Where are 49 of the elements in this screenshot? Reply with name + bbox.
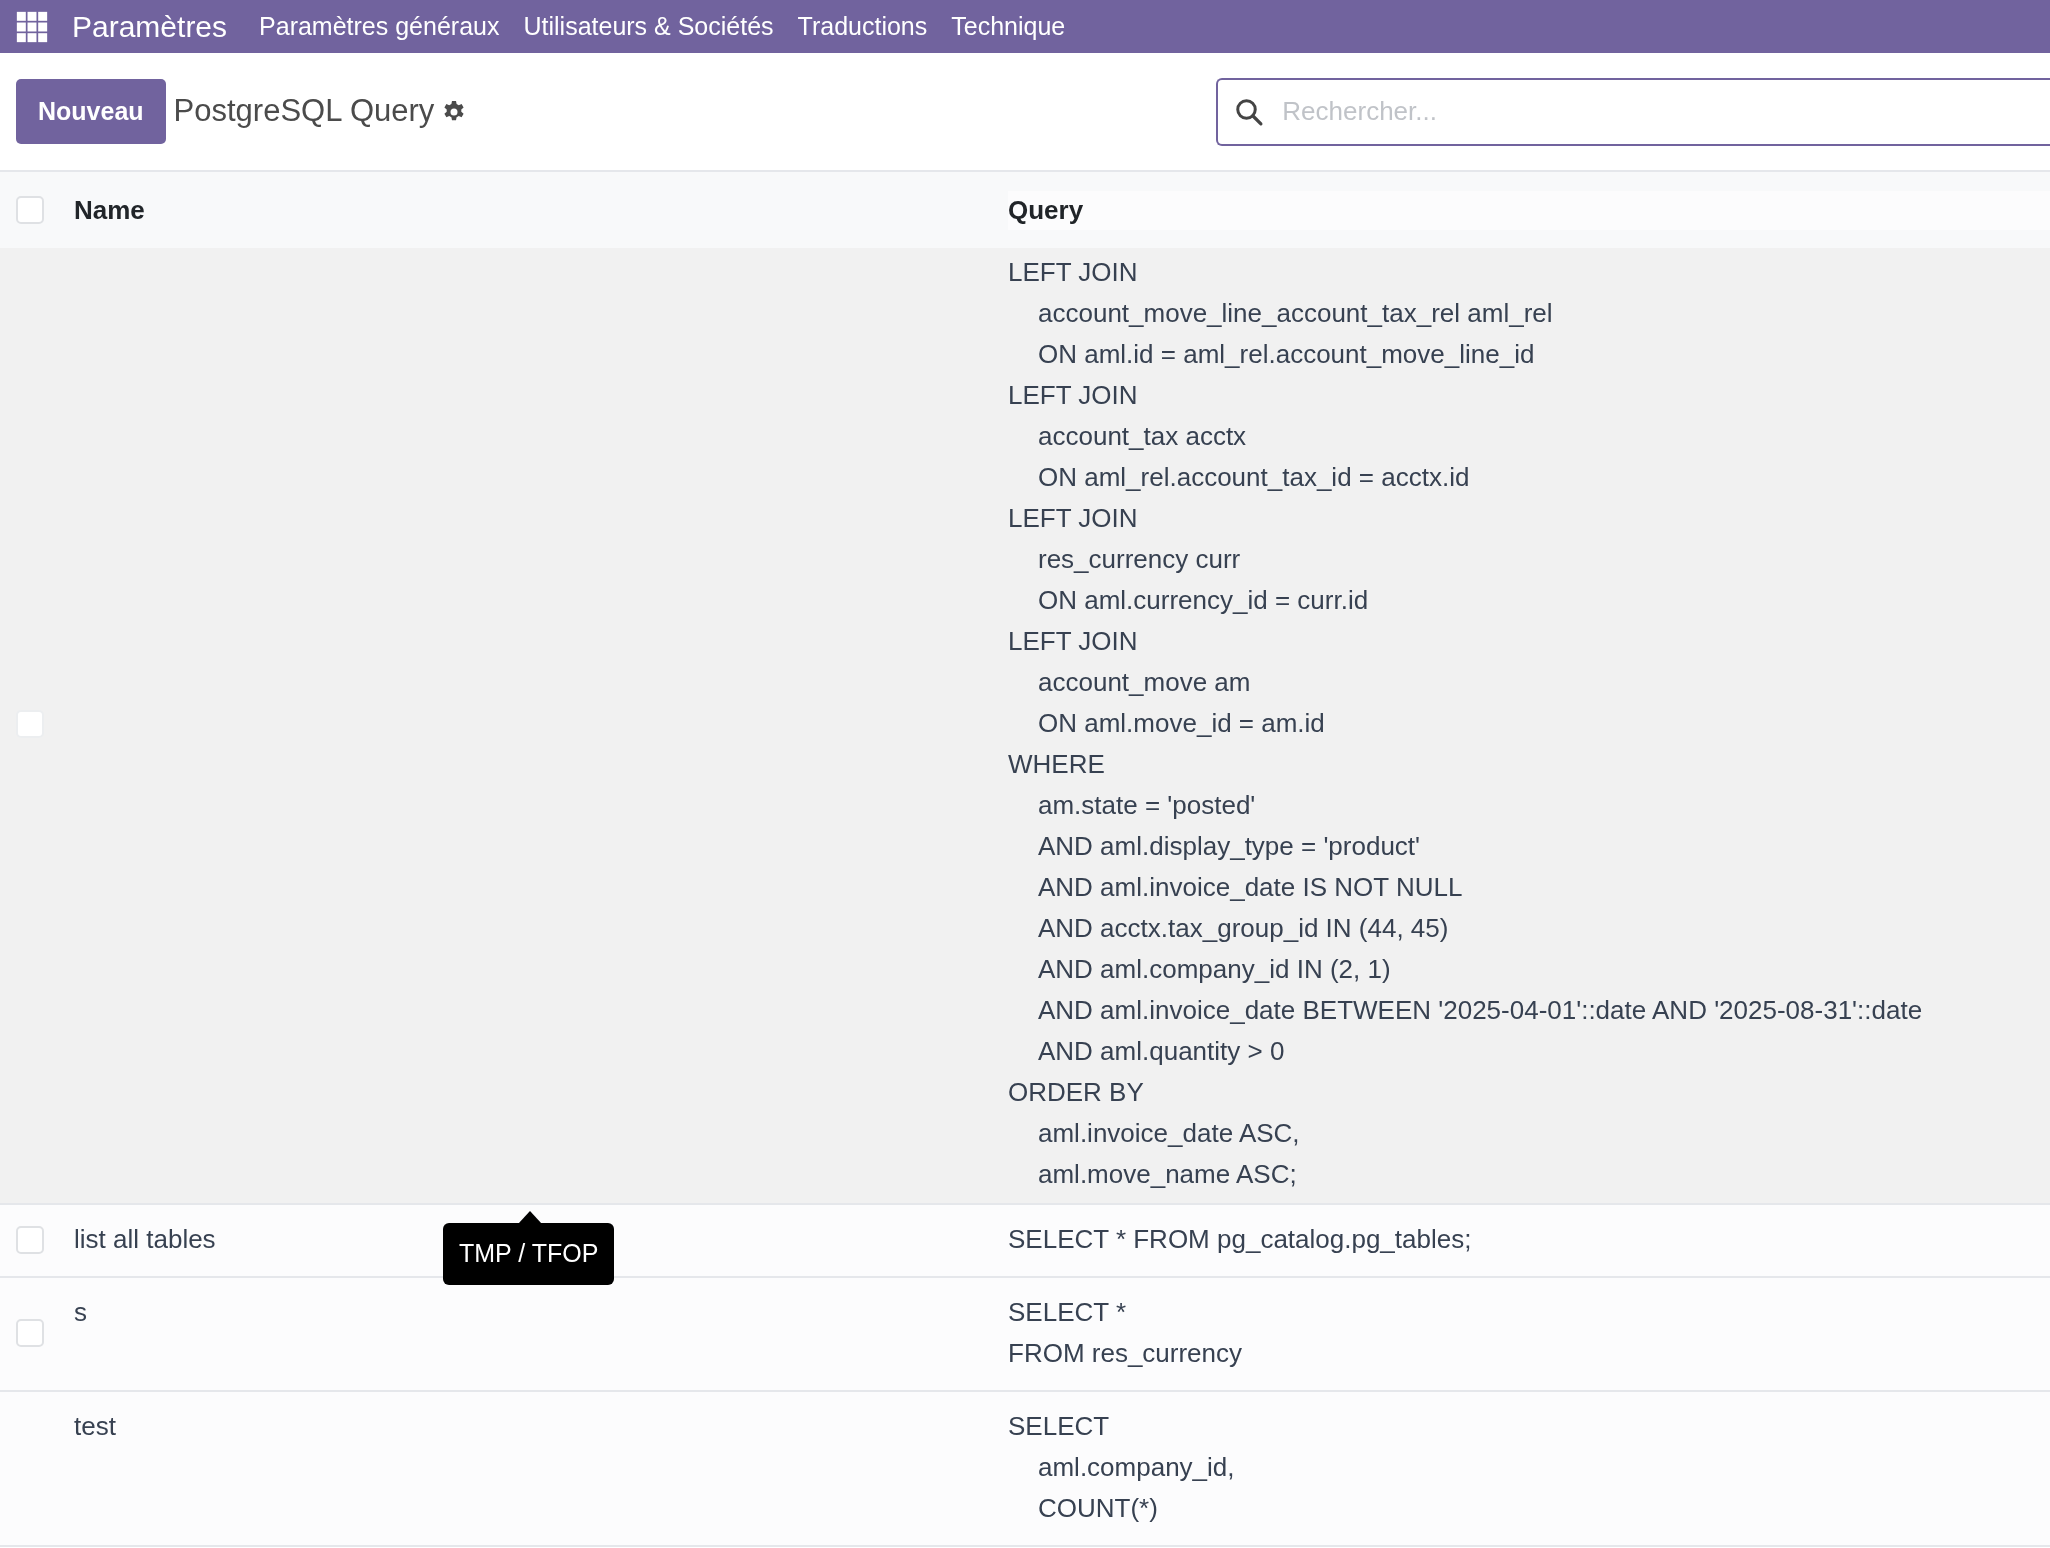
query-line: aml.company_id, [1038,1451,1235,1484]
query-line: AND aml.company_id IN (2, 1) [1038,953,1391,986]
query-line: account_move am [1038,666,1251,699]
nav-menu-item[interactable]: Paramètres généraux [259,14,500,39]
query-line: LEFT JOIN [1008,625,1138,658]
nav-menu-item[interactable]: Utilisateurs & Sociétés [523,14,774,39]
nav-menu-item[interactable]: Technique [951,14,1066,39]
table-cell-text: s [74,1296,87,1329]
query-line: aml.move_name ASC; [1038,1158,1297,1191]
new-button[interactable]: Nouveau [16,79,166,144]
row-checkbox[interactable] [16,1225,44,1254]
select-all-checkbox[interactable] [16,196,44,224]
query-line: AND aml.invoice_date IS NOT NULL [1038,871,1463,904]
nav-menu-item[interactable]: Traductions [797,14,928,39]
query-line: AND aml.invoice_date BETWEEN '2025-04-01'::date AND '2025-08-31'::date [1038,994,1923,1027]
query-line: FROM res_currency [1008,1337,1243,1370]
query-line: aml.invoice_date ASC, [1038,1117,1300,1150]
search-icon [1234,96,1265,127]
query-line: ON aml_rel.account_tax_id = acctx.id [1038,461,1470,494]
search-field[interactable]: Rechercher... [1216,77,2050,146]
row-checkbox[interactable] [16,1319,44,1347]
query-line: res_currency curr [1038,543,1241,576]
search-input[interactable]: Rechercher... [1280,91,2050,132]
apps-menu-icon[interactable] [16,10,48,43]
query-line: AND aml.quantity > 0 [1038,1035,1285,1068]
query-line: account_tax acctx [1038,420,1247,453]
table-cell-text: list all tables [74,1223,216,1256]
query-line: account_move_line_account_tax_rel aml_rel [1038,297,1553,330]
table-cell-text: test [74,1410,116,1443]
column-header[interactable]: Query [1008,190,2050,230]
query-line: ORDER BY [1008,1076,1144,1109]
query-line: AND acctx.tax_group_id IN (44, 45) [1038,912,1449,945]
tooltip: TMP / TFOP [443,1223,615,1285]
query-line: am.state = 'posted' [1038,789,1256,822]
query-line: LEFT JOIN [1008,379,1138,412]
query-line: COUNT(*) [1038,1492,1158,1525]
query-line: SELECT * [1008,1296,1126,1329]
query-line: AND aml.display_type = 'product' [1038,830,1421,863]
query-line: ON aml.currency_id = curr.id [1038,584,1369,617]
query-line: ON aml.move_id = am.id [1038,707,1325,740]
query-line: SELECT * FROM pg_catalog.pg_tables; [1008,1223,1472,1256]
query-line: LEFT JOIN [1008,256,1138,289]
query-line: SELECT [1008,1410,1110,1443]
column-header[interactable]: Name [74,190,1008,230]
query-line: ON aml.id = aml_rel.account_move_line_id [1038,338,1535,371]
query-line: WHERE [1008,748,1105,781]
query-line: LEFT JOIN [1008,502,1138,535]
app-name[interactable]: Paramètres [72,11,228,42]
page-title: PostgreSQL Query [173,92,435,131]
